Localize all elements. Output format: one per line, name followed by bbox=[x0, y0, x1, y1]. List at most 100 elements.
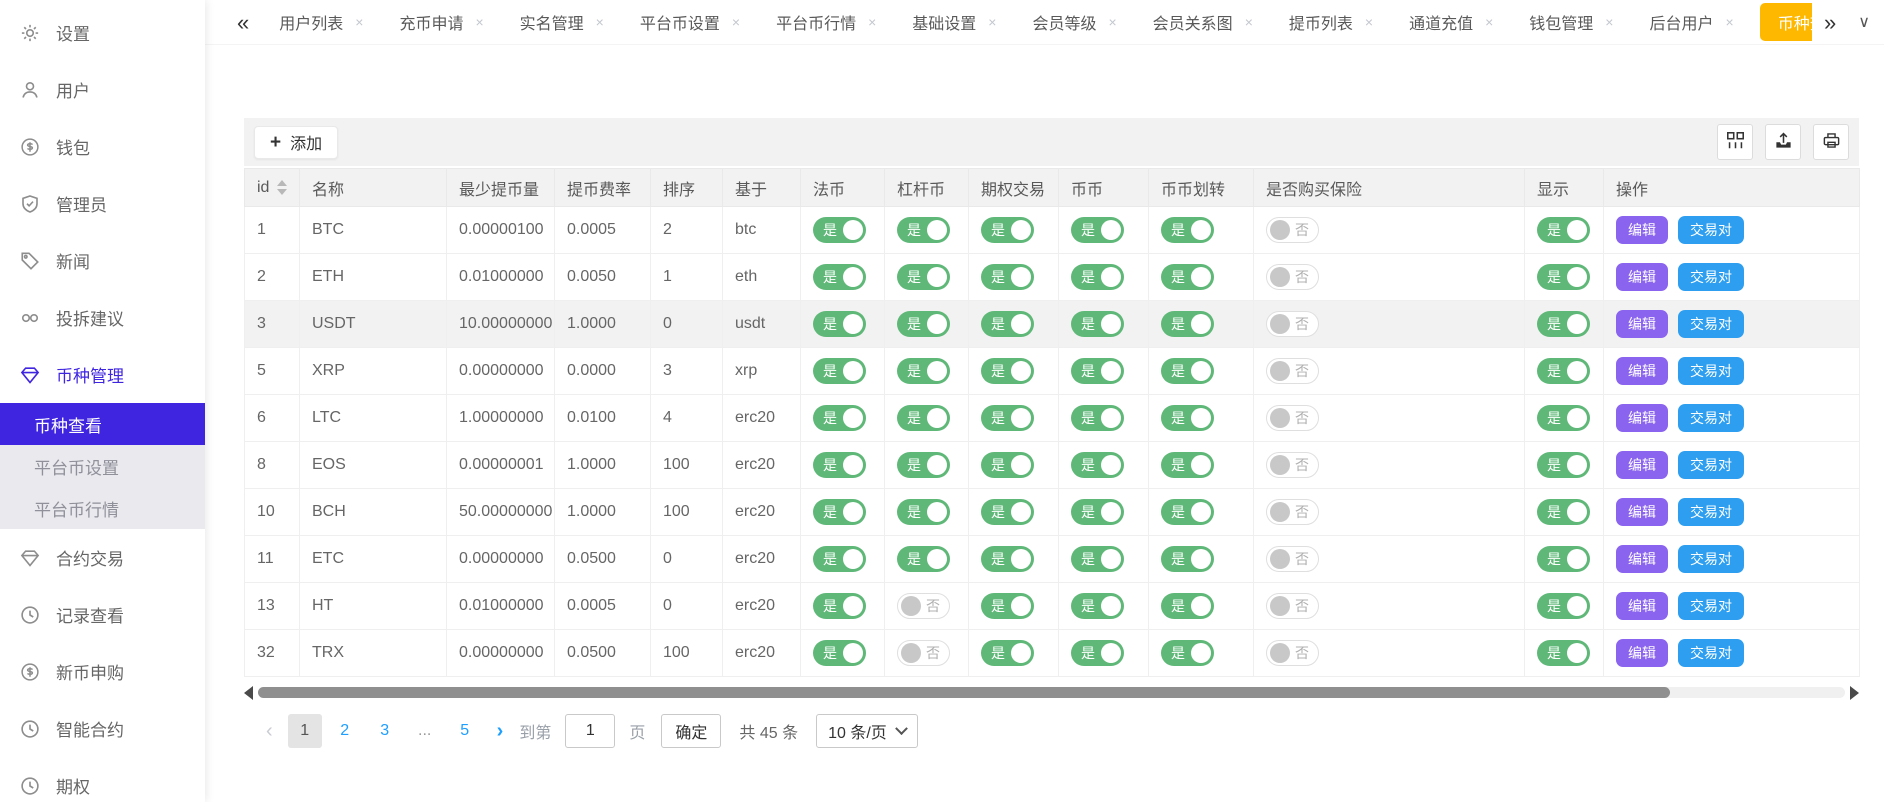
page-number-3[interactable]: 3 bbox=[368, 714, 402, 748]
edit-button[interactable]: 编辑 bbox=[1616, 592, 1668, 620]
insurance-toggle[interactable]: 否 bbox=[1266, 358, 1319, 384]
legal-toggle[interactable]: 是 bbox=[813, 452, 866, 478]
coin-toggle[interactable]: 是 bbox=[1071, 546, 1124, 572]
visible-toggle[interactable]: 是 bbox=[1537, 358, 1590, 384]
coin-toggle[interactable]: 是 bbox=[1071, 311, 1124, 337]
option_trade-toggle[interactable]: 是 bbox=[981, 499, 1034, 525]
page-number-1[interactable]: 1 bbox=[288, 714, 322, 748]
trade-pair-button[interactable]: 交易对 bbox=[1678, 357, 1744, 385]
sidebar-item-admin[interactable]: 管理员 bbox=[0, 175, 205, 232]
legal-toggle[interactable]: 是 bbox=[813, 358, 866, 384]
lever-toggle[interactable]: 是 bbox=[897, 358, 950, 384]
tab-user-list[interactable]: 用户列表× bbox=[261, 0, 381, 45]
close-icon[interactable]: × bbox=[475, 14, 483, 30]
transfer-toggle[interactable]: 是 bbox=[1161, 358, 1214, 384]
close-icon[interactable]: × bbox=[1365, 14, 1373, 30]
close-icon[interactable]: × bbox=[868, 14, 876, 30]
sidebar-item-contract-trade[interactable]: 合约交易 bbox=[0, 529, 205, 586]
transfer-toggle[interactable]: 是 bbox=[1161, 546, 1214, 572]
insurance-toggle[interactable]: 否 bbox=[1266, 499, 1319, 525]
option_trade-toggle[interactable]: 是 bbox=[981, 217, 1034, 243]
scrollbar-track[interactable] bbox=[258, 687, 1845, 698]
legal-toggle[interactable]: 是 bbox=[813, 546, 866, 572]
insurance-toggle[interactable]: 否 bbox=[1266, 546, 1319, 572]
tabs-scroll-right-icon[interactable]: » bbox=[1812, 0, 1848, 45]
lever-toggle[interactable]: 是 bbox=[897, 264, 950, 290]
sidebar-item-coin-manage[interactable]: 币种管理 bbox=[0, 346, 205, 403]
coin-toggle[interactable]: 是 bbox=[1071, 405, 1124, 431]
tab-platform-coin-market[interactable]: 平台币行情× bbox=[758, 0, 894, 45]
insurance-toggle[interactable]: 否 bbox=[1266, 311, 1319, 337]
tab-wallet-manage[interactable]: 钱包管理× bbox=[1511, 0, 1631, 45]
lever-toggle[interactable]: 是 bbox=[897, 217, 950, 243]
insurance-toggle[interactable]: 否 bbox=[1266, 593, 1319, 619]
scrollbar-thumb[interactable] bbox=[258, 687, 1670, 698]
tab-realname-manage[interactable]: 实名管理× bbox=[502, 0, 622, 45]
coin-toggle[interactable]: 是 bbox=[1071, 217, 1124, 243]
edit-button[interactable]: 编辑 bbox=[1616, 310, 1668, 338]
sidebar-item-feedback[interactable]: 投拆建议 bbox=[0, 289, 205, 346]
lever-toggle[interactable]: 是 bbox=[897, 311, 950, 337]
sidebar-item-news[interactable]: 新闻 bbox=[0, 232, 205, 289]
lever-toggle[interactable]: 否 bbox=[897, 640, 950, 666]
lever-toggle[interactable]: 是 bbox=[897, 452, 950, 478]
visible-toggle[interactable]: 是 bbox=[1537, 593, 1590, 619]
scroll-left-arrow-icon[interactable] bbox=[244, 686, 253, 700]
sidebar-subitem-platform-coin-settings[interactable]: 平台币设置 bbox=[0, 445, 205, 487]
next-page-icon[interactable]: › bbox=[485, 720, 516, 743]
coin-toggle[interactable]: 是 bbox=[1071, 640, 1124, 666]
tabs-more-icon[interactable]: ∨ bbox=[1848, 12, 1874, 32]
sidebar-item-settings[interactable]: 设置 bbox=[0, 4, 205, 61]
jump-page-input[interactable] bbox=[565, 714, 615, 748]
trade-pair-button[interactable]: 交易对 bbox=[1678, 404, 1744, 432]
option_trade-toggle[interactable]: 是 bbox=[981, 358, 1034, 384]
tab-withdraw-list[interactable]: 提币列表× bbox=[1271, 0, 1391, 45]
tab-platform-coin-settings[interactable]: 平台币设置× bbox=[622, 0, 758, 45]
lever-toggle[interactable]: 否 bbox=[897, 593, 950, 619]
close-icon[interactable]: × bbox=[1485, 14, 1493, 30]
transfer-toggle[interactable]: 是 bbox=[1161, 264, 1214, 290]
insurance-toggle[interactable]: 否 bbox=[1266, 405, 1319, 431]
close-icon[interactable]: × bbox=[1245, 14, 1253, 30]
insurance-toggle[interactable]: 否 bbox=[1266, 217, 1319, 243]
transfer-toggle[interactable]: 是 bbox=[1161, 499, 1214, 525]
sidebar-item-new-coin[interactable]: 新币申购 bbox=[0, 643, 205, 700]
page-number-5[interactable]: 5 bbox=[448, 714, 482, 748]
legal-toggle[interactable]: 是 bbox=[813, 264, 866, 290]
edit-button[interactable]: 编辑 bbox=[1616, 263, 1668, 291]
sidebar-item-records[interactable]: 记录查看 bbox=[0, 586, 205, 643]
trade-pair-button[interactable]: 交易对 bbox=[1678, 451, 1744, 479]
edit-button[interactable]: 编辑 bbox=[1616, 498, 1668, 526]
lever-toggle[interactable]: 是 bbox=[897, 546, 950, 572]
option_trade-toggle[interactable]: 是 bbox=[981, 640, 1034, 666]
tab-basic-settings[interactable]: 基础设置× bbox=[894, 0, 1014, 45]
tabs-scroll-left-icon[interactable]: « bbox=[225, 0, 261, 45]
edit-button[interactable]: 编辑 bbox=[1616, 639, 1668, 667]
visible-toggle[interactable]: 是 bbox=[1537, 452, 1590, 478]
visible-toggle[interactable]: 是 bbox=[1537, 264, 1590, 290]
insurance-toggle[interactable]: 否 bbox=[1266, 452, 1319, 478]
confirm-button[interactable]: 确定 bbox=[661, 714, 721, 748]
close-icon[interactable]: × bbox=[1605, 14, 1613, 30]
page-size-select[interactable]: 10 条/页 bbox=[816, 714, 918, 748]
legal-toggle[interactable]: 是 bbox=[813, 311, 866, 337]
scroll-right-arrow-icon[interactable] bbox=[1850, 686, 1859, 700]
legal-toggle[interactable]: 是 bbox=[813, 499, 866, 525]
lever-toggle[interactable]: 是 bbox=[897, 499, 950, 525]
insurance-toggle[interactable]: 否 bbox=[1266, 640, 1319, 666]
coin-toggle[interactable]: 是 bbox=[1071, 264, 1124, 290]
coin-toggle[interactable]: 是 bbox=[1071, 452, 1124, 478]
close-icon[interactable]: × bbox=[355, 14, 363, 30]
transfer-toggle[interactable]: 是 bbox=[1161, 452, 1214, 478]
sidebar-item-wallet[interactable]: 钱包 bbox=[0, 118, 205, 175]
tab-deposit-request[interactable]: 充币申请× bbox=[381, 0, 501, 45]
tab-coin-view[interactable]: 币种查看× bbox=[1760, 3, 1812, 41]
coin-toggle[interactable]: 是 bbox=[1071, 499, 1124, 525]
close-icon[interactable]: × bbox=[1108, 14, 1116, 30]
insurance-toggle[interactable]: 否 bbox=[1266, 264, 1319, 290]
edit-button[interactable]: 编辑 bbox=[1616, 545, 1668, 573]
sidebar-subitem-coin-view[interactable]: 币种查看 bbox=[0, 403, 205, 445]
tab-member-relation[interactable]: 会员关系图× bbox=[1135, 0, 1271, 45]
visible-toggle[interactable]: 是 bbox=[1537, 546, 1590, 572]
visible-toggle[interactable]: 是 bbox=[1537, 217, 1590, 243]
